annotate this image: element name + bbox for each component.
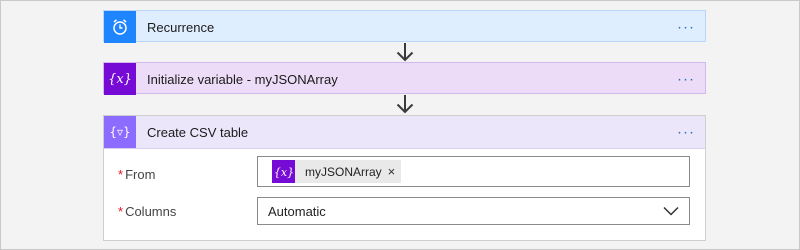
initialize-variable-step-title: Initialize variable - myJSONArray (147, 71, 338, 87)
flow-arrow-icon (396, 95, 414, 114)
create-csv-table-step-title: Create CSV table (147, 124, 249, 140)
columns-dropdown[interactable]: Automatic (257, 197, 690, 225)
create-csv-table-more-options-button[interactable]: ··· (677, 125, 695, 140)
alarm-clock-icon (104, 11, 136, 43)
recurrence-step-header[interactable]: Recurrence ··· (104, 11, 705, 43)
from-label-text: From (125, 167, 156, 182)
svg-text:{x}: {x} (274, 166, 294, 179)
flow-arrow-icon (396, 43, 414, 62)
initialize-variable-step-card[interactable]: {x} Initialize variable - myJSONArray ··… (103, 62, 706, 95)
chevron-down-icon[interactable] (663, 205, 679, 217)
data-operations-icon: {▿} (104, 116, 136, 148)
required-indicator: * (118, 167, 124, 182)
initialize-variable-more-options-button[interactable]: ··· (677, 72, 695, 87)
dynamic-content-token[interactable]: {x} myJSONArray × (272, 160, 402, 183)
initialize-variable-step-header[interactable]: {x} Initialize variable - myJSONArray ··… (104, 63, 705, 95)
recurrence-more-options-button[interactable]: ··· (677, 20, 695, 35)
variable-icon: {x} (272, 160, 295, 183)
svg-text:{▿}: {▿} (110, 125, 130, 139)
from-input[interactable]: {x} myJSONArray × (257, 156, 690, 187)
columns-selected-value: Automatic (268, 203, 326, 219)
recurrence-step-card[interactable]: Recurrence ··· (103, 10, 706, 43)
columns-field-label: * Columns (118, 204, 176, 219)
token-label: myJSONArray (305, 164, 382, 179)
create-csv-table-step-header[interactable]: {▿} Create CSV table ··· (104, 116, 705, 149)
create-csv-table-step-card[interactable]: {▿} Create CSV table ··· * From {x} myJSO… (103, 115, 706, 241)
svg-text:{x}: {x} (109, 72, 131, 87)
recurrence-step-title: Recurrence (147, 19, 215, 35)
required-indicator: * (118, 204, 124, 219)
from-field-label: * From (118, 167, 155, 182)
variable-icon: {x} (104, 63, 136, 95)
columns-label-text: Columns (125, 204, 177, 219)
remove-token-button[interactable]: × (388, 164, 396, 179)
